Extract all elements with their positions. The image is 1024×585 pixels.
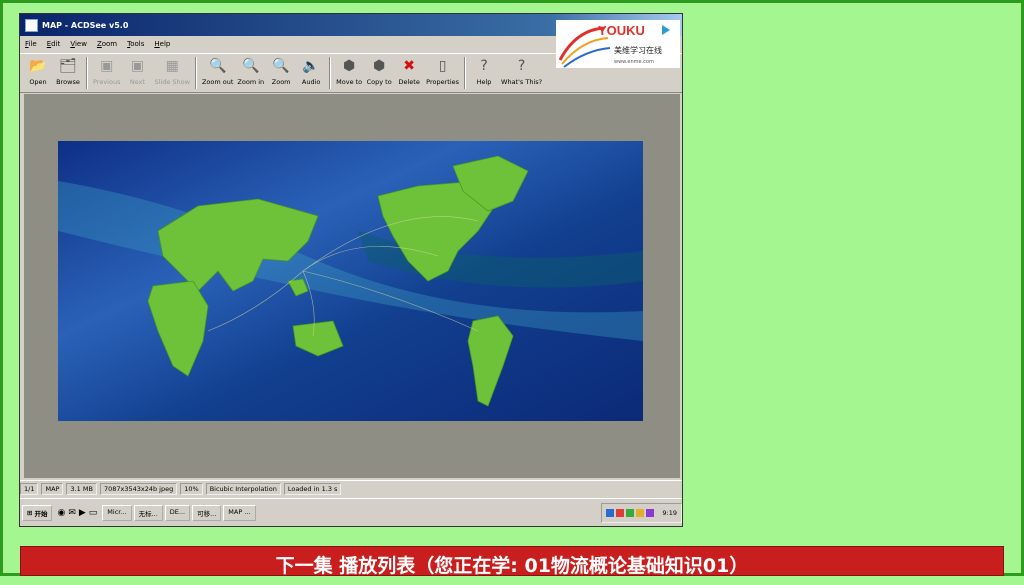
toolbar-label: Help	[476, 78, 492, 86]
start-button[interactable]: ⊞ 开始	[22, 505, 53, 521]
menu-file[interactable]: File	[20, 40, 42, 48]
toolbar-delete-button[interactable]: ✖ Delete	[396, 54, 422, 86]
toolbar-label: Move to	[336, 78, 363, 86]
toolbar-browse-button[interactable]: 🗂 Browse	[55, 54, 81, 86]
quick-launch: ◉ ✉ ▶ ▭	[57, 508, 97, 518]
slideshow-icon: ▦	[165, 58, 179, 74]
delete-icon: ✖	[403, 58, 416, 74]
menu-zoom[interactable]: Zoom	[92, 40, 122, 48]
toolbar-zoom-in-button[interactable]: 🔍 Zoom in	[237, 54, 264, 86]
window-title: MAP - ACDSee v5.0	[42, 20, 129, 30]
tray-icon[interactable]	[646, 509, 655, 517]
next-icon: ▣	[130, 58, 145, 74]
status-field: Bicubic Interpolation	[205, 483, 281, 495]
taskbar: ⊞ 开始 ◉ ✉ ▶ ▭ Micr... 无标... DE... 可移... MAP .…	[20, 498, 682, 526]
menu-help[interactable]: Help	[149, 40, 175, 48]
toolbar-zoom-button[interactable]: 🔍 Zoom	[268, 54, 294, 86]
windows-logo-icon: ⊞	[27, 509, 33, 517]
status-field: MAP	[41, 483, 64, 495]
properties-icon: ▯	[438, 58, 447, 74]
zoom-in-icon: 🔍	[242, 58, 260, 74]
toolbar-label: Browse	[56, 78, 80, 86]
toolbar-copy-to-button[interactable]: ⬢ Copy to	[366, 54, 392, 86]
media-icon[interactable]: ▶	[79, 508, 86, 518]
statusbar: 1/1 MAP 3.1 MB 7087x3543x24b jpeg 10% Bicubic…	[20, 480, 682, 497]
whats-this-icon: ?	[517, 58, 526, 74]
browse-icon: 🗂	[59, 58, 77, 74]
toolbar-previous-button: ▣ Previous	[93, 54, 120, 86]
menu-edit[interactable]: Edit	[42, 40, 66, 48]
move-to-icon: ⬢	[343, 58, 356, 74]
outlook-icon[interactable]: ✉	[68, 508, 76, 518]
desktop-icon[interactable]: ▭	[89, 508, 98, 518]
toolbar-next-button: ▣ Next	[124, 54, 150, 86]
taskbar-task[interactable]: 无标...	[133, 505, 163, 521]
status-field: 1/1	[20, 483, 39, 495]
toolbar-label: Next	[129, 78, 146, 86]
toolbar-audio-button[interactable]: 🔈 Audio	[298, 54, 324, 86]
taskbar-task[interactable]: 可移...	[192, 505, 222, 521]
toolbar-separator	[464, 57, 467, 89]
clock: 9:19	[662, 509, 677, 517]
youku-watermark-logo: YOUKU 美维学习在线 www.enme.com	[556, 20, 680, 68]
toolbar-separator	[194, 57, 197, 89]
folder-open-icon: 📂	[29, 58, 47, 74]
tray-icon[interactable]	[606, 509, 615, 517]
app-icon	[25, 18, 38, 32]
toolbar-properties-button[interactable]: ▯ Properties	[426, 54, 459, 86]
taskbar-task[interactable]: MAP ...	[223, 505, 256, 521]
help-icon: ?	[480, 58, 488, 74]
toolbar-separator	[86, 57, 88, 89]
toolbar-open-button[interactable]: 📂 Open	[25, 54, 51, 86]
toolbar-label: Zoom	[271, 78, 291, 86]
playlist-bar[interactable]: 下一集 播放列表（您正在学: 01物流概论基础知识01）	[20, 546, 1004, 577]
svg-text:www.enme.com: www.enme.com	[614, 59, 654, 65]
svg-text:美维学习在线: 美维学习在线	[614, 45, 662, 55]
ie-icon[interactable]: ◉	[57, 508, 65, 518]
tray-icon[interactable]	[616, 509, 625, 517]
tray-icon[interactable]	[636, 509, 645, 517]
image-viewer[interactable]	[24, 94, 680, 478]
toolbar-help-button[interactable]: ? Help	[471, 54, 497, 86]
toolbar-zoom-out-button[interactable]: 🔍 Zoom out	[202, 54, 233, 86]
toolbar-label: Delete	[398, 78, 420, 86]
toolbar-label: Audio	[301, 78, 321, 86]
taskbar-task[interactable]: DE...	[164, 505, 191, 521]
toolbar-label: Properties	[426, 78, 460, 86]
task-list: Micr... 无标... DE... 可移... MAP ...	[102, 505, 257, 521]
svg-text:YOUKU: YOUKU	[598, 23, 645, 38]
status-field: 10%	[180, 483, 203, 495]
toolbar-label: Zoom out	[201, 78, 234, 86]
toolbar-label: Previous	[93, 78, 121, 86]
zoom-out-icon: 🔍	[208, 58, 227, 74]
previous-icon: ▣	[100, 58, 114, 74]
system-tray: 9:19	[601, 503, 682, 523]
toolbar-label: Copy to	[366, 78, 392, 86]
toolbar-label: What's This?	[501, 78, 543, 86]
zoom-icon: 🔍	[272, 58, 290, 74]
status-field: 7087x3543x24b jpeg	[99, 483, 178, 495]
tray-icon[interactable]	[626, 509, 635, 517]
toolbar-label: Open	[29, 78, 47, 86]
toolbar-slide-show-button: ▦ Slide Show	[154, 54, 189, 86]
toolbar-label: Slide Show	[154, 78, 190, 86]
toolbar-separator	[329, 57, 332, 89]
menu-view[interactable]: View	[65, 40, 92, 48]
world-map-image	[58, 141, 643, 421]
menu-tools[interactable]: Tools	[122, 40, 149, 48]
status-field: Loaded in 1.3 s	[283, 483, 342, 495]
start-label: 开始	[34, 510, 48, 518]
status-field: 3.1 MB	[66, 483, 97, 495]
copy-to-icon: ⬢	[373, 58, 386, 74]
toolbar-what-s-this-button[interactable]: ? What's This?	[501, 54, 542, 86]
toolbar-label: Zoom in	[237, 78, 265, 86]
audio-icon: 🔈	[302, 58, 320, 74]
taskbar-task[interactable]: Micr...	[102, 505, 132, 521]
toolbar-move-to-button[interactable]: ⬢ Move to	[336, 54, 362, 86]
video-frame: MAP - ACDSee v5.0 File Edit View Zoom To…	[19, 13, 683, 527]
